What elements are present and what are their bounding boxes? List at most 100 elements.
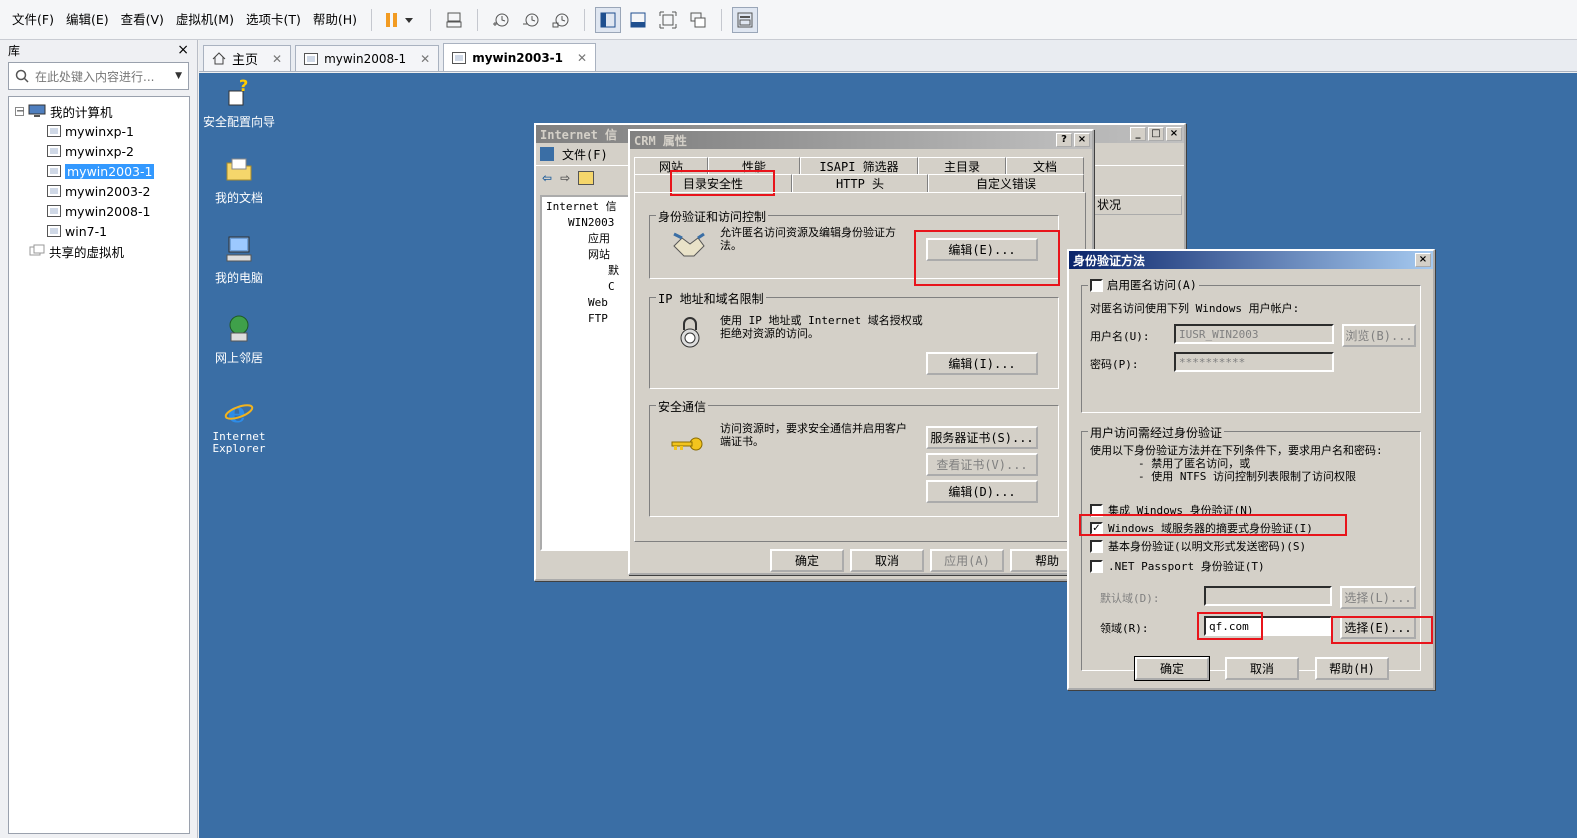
console-view-icon[interactable] — [732, 6, 759, 33]
collapse-icon[interactable]: − — [15, 106, 24, 116]
desktop-icon-label: Internet Explorer — [212, 430, 266, 455]
help-icon[interactable]: ? — [1056, 133, 1072, 147]
toolbar-separator — [721, 8, 723, 31]
auth-cancel-button[interactable]: 取消 — [1225, 657, 1299, 680]
auth-desc-line3: - 使用 NTFS 访问控制列表限制了访问权限 — [1138, 470, 1356, 483]
tree-item-selected[interactable]: mywin2003-1 — [15, 161, 189, 181]
fullscreen-icon[interactable] — [655, 7, 681, 33]
close-icon[interactable]: ✕ — [272, 52, 282, 66]
toolbar-separator — [584, 8, 586, 31]
crm-ok-button[interactable]: 确定 — [770, 549, 844, 572]
close-icon[interactable]: × — [1074, 133, 1090, 147]
snapshot-revert-icon[interactable] — [518, 7, 544, 33]
forward-arrow-icon[interactable]: ⇨ — [560, 171, 570, 185]
network-icon — [223, 313, 255, 345]
passport-checkbox[interactable] — [1090, 559, 1103, 573]
tab-home[interactable]: 主页 ✕ — [203, 45, 292, 71]
crm-cancel-button[interactable]: 取消 — [850, 549, 924, 572]
digest-checkbox[interactable]: ✓ — [1090, 521, 1103, 535]
iis-menu-file[interactable]: 文件(F) — [562, 146, 608, 163]
anon-checkbox-row[interactable]: 启用匿名访问(A) — [1088, 277, 1199, 293]
tab-website[interactable]: 网站 — [634, 157, 708, 175]
auth-titlebar: 身份验证方法 × — [1069, 251, 1433, 269]
select-realm-button[interactable]: 选择(E)... — [1340, 616, 1416, 639]
ip-edit-button[interactable]: 编辑(I)... — [926, 352, 1038, 375]
auth-access-group: 身份验证和访问控制 允许匿名访问资源及编辑身份验证方法。 编辑(E)... — [649, 208, 1059, 279]
auth-ok-button[interactable]: 确定 — [1134, 656, 1210, 681]
back-arrow-icon[interactable]: ⇦ — [542, 171, 552, 185]
auth-methods-dialog: 身份验证方法 × 启用匿名访问(A) 对匿名访问使用下列 Windows 用户帐… — [1067, 249, 1435, 690]
send-ctrl-alt-del-icon[interactable] — [441, 7, 467, 33]
tab-mywin2003-1[interactable]: mywin2003-1 ✕ — [443, 43, 597, 71]
chevron-down-icon[interactable]: ▼ — [175, 71, 182, 81]
tab-mywin2008-1[interactable]: mywin2008-1 ✕ — [295, 45, 440, 71]
desktop-icon-label: 安全配置向导 — [202, 115, 275, 129]
auth-edit-button[interactable]: 编辑(E)... — [926, 238, 1038, 261]
up-folder-icon[interactable] — [578, 170, 595, 185]
iis-col-status[interactable]: 状况 — [1092, 195, 1182, 215]
opt-integrated-row[interactable]: 集成 Windows 身份验证(N) — [1090, 502, 1253, 518]
auth-access-group-title: 身份验证和访问控制 — [656, 208, 769, 225]
browse-button: 浏览(B)... — [1342, 324, 1416, 347]
tree-root[interactable]: − 我的计算机 — [15, 101, 189, 121]
opt-digest-row[interactable]: ✓ Windows 域服务器的摘要式身份验证(I) — [1090, 520, 1313, 536]
tree-shared[interactable]: 共享的虚拟机 — [15, 241, 189, 261]
tree-item[interactable]: win7-1 — [15, 221, 189, 241]
snapshot-take-icon[interactable] — [488, 7, 514, 33]
unity-icon[interactable] — [685, 7, 711, 33]
library-search[interactable]: 在此处键入内容进行... ▼ — [8, 62, 189, 90]
vm-screen[interactable]: ? 安全配置向导 我的文档 我的电脑 网上邻居 e Internet Explo… — [199, 73, 1577, 838]
tab-custom-errors[interactable]: 自定义错误 — [928, 174, 1084, 192]
tab-performance[interactable]: 性能 — [708, 157, 800, 175]
tree-item-label: mywinxp-1 — [65, 123, 134, 139]
close-icon[interactable]: × — [1415, 253, 1431, 267]
tab-http-headers[interactable]: HTTP 头 — [792, 174, 928, 192]
menubar: 文件(F) 编辑(E) 查看(V) 虚拟机(M) 选项卡(T) 帮助(H) — [0, 0, 1577, 40]
desktop-icon-ie[interactable]: e Internet Explorer — [199, 395, 279, 455]
menu-help[interactable]: 帮助(H) — [307, 0, 363, 40]
search-icon — [15, 69, 29, 83]
anon-checkbox[interactable] — [1090, 278, 1103, 292]
menu-edit[interactable]: 编辑(E) — [60, 0, 115, 40]
tab-home-dir[interactable]: 主目录 — [918, 157, 1006, 175]
menu-tabs[interactable]: 选项卡(T) — [240, 0, 307, 40]
secure-edit-button[interactable]: 编辑(D)... — [926, 480, 1038, 503]
close-icon[interactable]: × — [177, 42, 189, 58]
close-icon[interactable]: ✕ — [420, 52, 430, 66]
realm-field[interactable]: qf.com — [1204, 616, 1332, 636]
pause-icon[interactable] — [382, 7, 420, 33]
maximize-icon[interactable]: □ — [1148, 127, 1164, 141]
minimize-icon[interactable]: _ — [1130, 127, 1146, 141]
tab-documents[interactable]: 文档 — [1006, 157, 1084, 175]
close-icon[interactable]: × — [1166, 127, 1182, 141]
tree-item[interactable]: mywin2008-1 — [15, 201, 189, 221]
menu-file[interactable]: 文件(F) — [6, 0, 60, 40]
desktop-icon-security-wizard[interactable]: ? 安全配置向导 — [199, 76, 279, 130]
tab-directory-security[interactable]: 目录安全性 — [634, 174, 792, 192]
thumbnail-bar-icon[interactable] — [625, 7, 651, 33]
tree-item[interactable]: mywinxp-2 — [15, 141, 189, 161]
close-icon[interactable]: ✕ — [577, 51, 587, 65]
snapshot-manager-icon[interactable] — [548, 7, 574, 33]
menu-vm[interactable]: 虚拟机(M) — [170, 0, 240, 40]
menu-view[interactable]: 查看(V) — [115, 0, 170, 40]
opt-basic-row[interactable]: 基本身份验证(以明文形式发送密码)(S) — [1090, 538, 1306, 554]
ip-restrict-text: 使用 IP 地址或 Internet 域名授权或拒绝对资源的访问。 — [720, 314, 923, 340]
integrated-checkbox[interactable] — [1090, 503, 1103, 517]
basic-checkbox[interactable] — [1090, 539, 1103, 553]
show-library-icon[interactable] — [595, 6, 622, 33]
password-field: ********** — [1174, 352, 1334, 372]
tree-item[interactable]: mywinxp-1 — [15, 121, 189, 141]
desktop-icon-network[interactable]: 网上邻居 — [199, 313, 279, 366]
desktop-icon-my-documents[interactable]: 我的文档 — [199, 153, 279, 206]
toolbar-separator — [371, 8, 373, 31]
vm-icon — [304, 52, 319, 65]
crm-tabs-row1: 网站 性能 ISAPI 筛选器 主目录 文档 — [634, 157, 1086, 175]
tree-shared-label: 共享的虚拟机 — [49, 244, 125, 260]
auth-help-button[interactable]: 帮助(H) — [1315, 657, 1389, 680]
server-cert-button[interactable]: 服务器证书(S)... — [926, 426, 1038, 449]
tab-isapi[interactable]: ISAPI 筛选器 — [800, 157, 918, 175]
desktop-icon-my-computer[interactable]: 我的电脑 — [199, 233, 279, 286]
tree-item[interactable]: mywin2003-2 — [15, 181, 189, 201]
opt-passport-row[interactable]: .NET Passport 身份验证(T) — [1090, 558, 1265, 574]
